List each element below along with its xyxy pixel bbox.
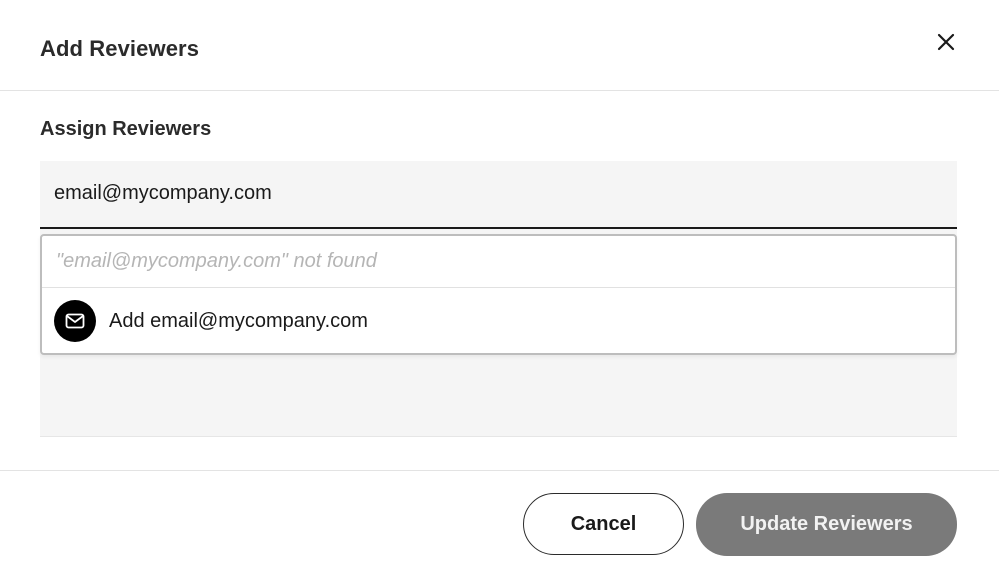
not-found-text: "email@mycompany.com" not found [56, 250, 377, 272]
not-found-message: "email@mycompany.com" not found [42, 236, 955, 288]
reviewer-suggestions-dropdown: "email@mycompany.com" not found Add emai… [40, 234, 957, 355]
assign-reviewers-label: Assign Reviewers [40, 118, 212, 140]
cancel-button[interactable]: Cancel [523, 493, 684, 555]
update-reviewers-button[interactable]: Update Reviewers [696, 493, 957, 556]
reviewer-search-value: email@mycompany.com [54, 182, 272, 204]
add-email-option[interactable]: Add email@mycompany.com [42, 288, 955, 353]
footer-divider [0, 470, 999, 471]
close-button[interactable] [930, 26, 962, 58]
reviewer-search-input[interactable]: email@mycompany.com [40, 161, 957, 229]
mail-icon [65, 313, 85, 329]
mail-avatar [54, 300, 96, 342]
close-icon [937, 33, 955, 51]
dialog-header: Add Reviewers [0, 0, 999, 91]
add-reviewers-dialog: Add Reviewers Assign Reviewers email@myc… [0, 0, 999, 586]
add-email-label: Add email@mycompany.com [109, 310, 368, 332]
dialog-title: Add Reviewers [40, 36, 200, 61]
